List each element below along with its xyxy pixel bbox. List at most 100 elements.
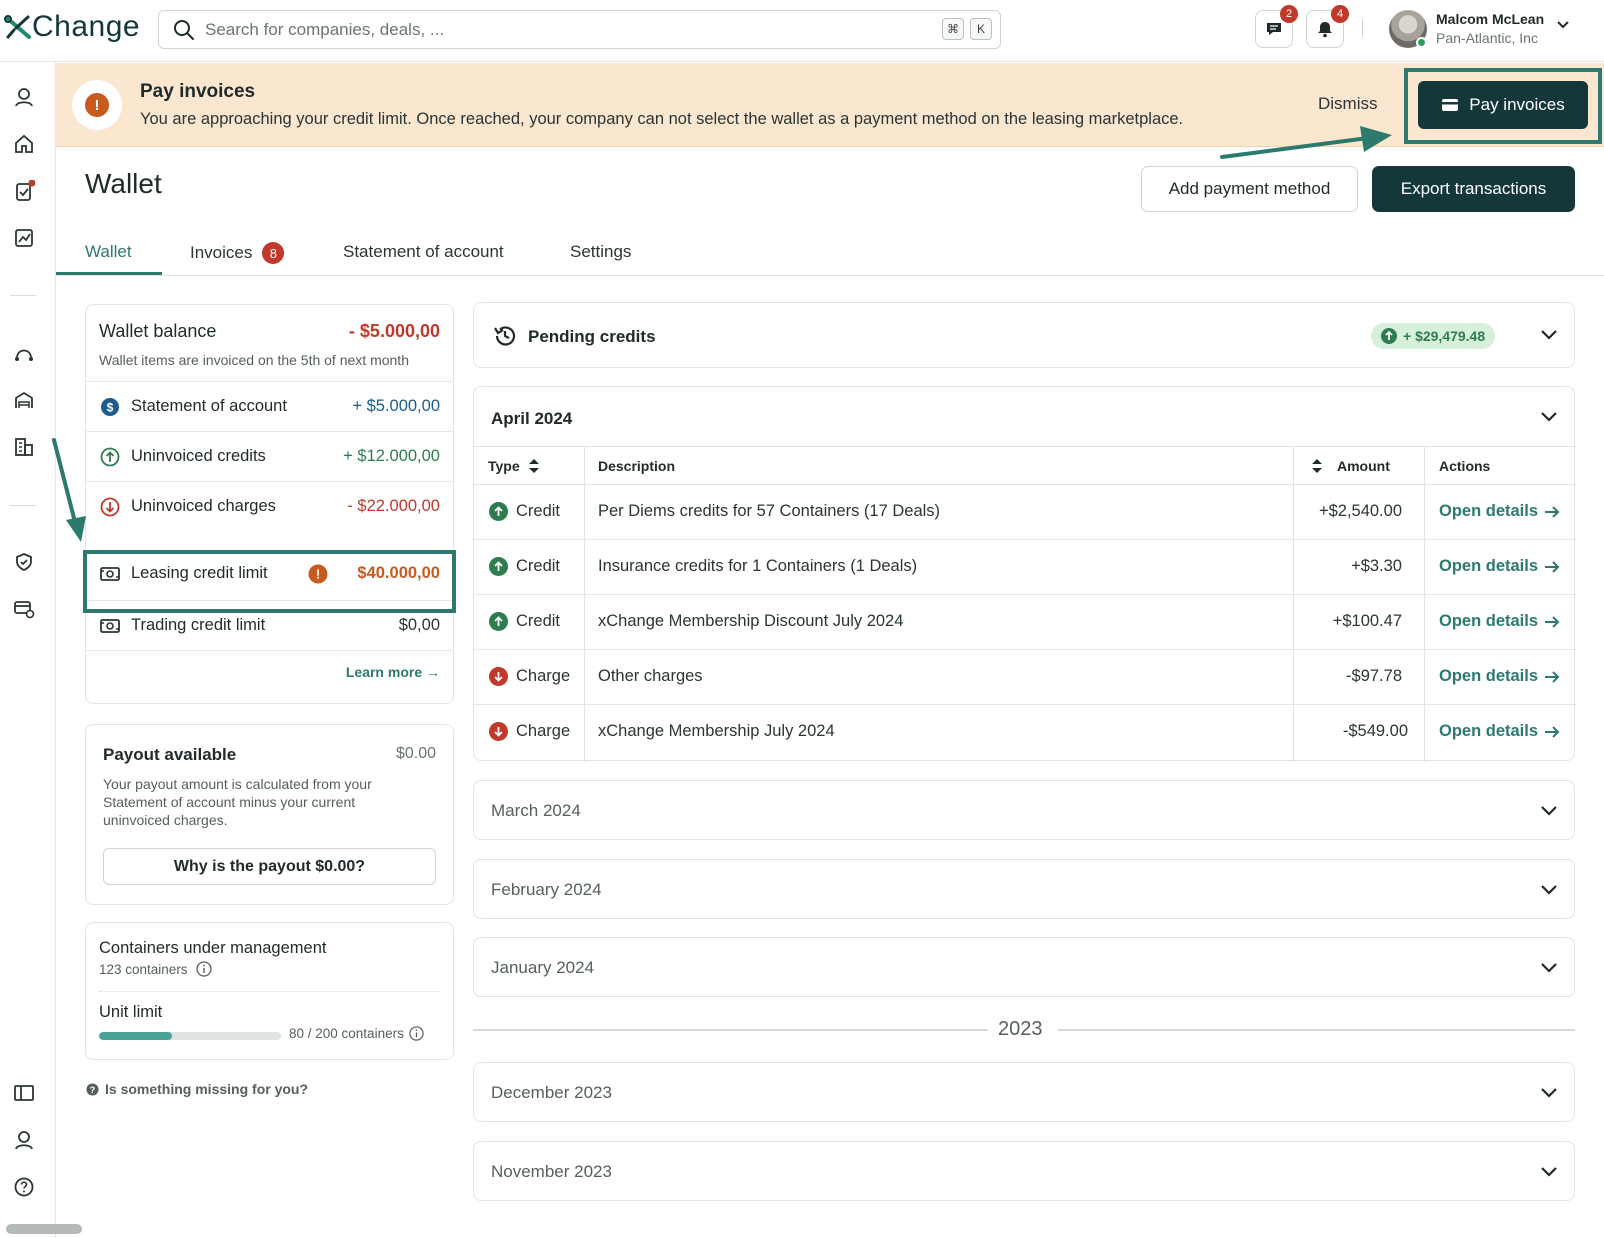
bell-icon (1318, 22, 1332, 38)
month-label: March 2024 (491, 801, 581, 820)
nav-depot-item[interactable] (12, 388, 36, 412)
tab-invoices[interactable]: Invoices 8 (190, 242, 285, 264)
nav-help-item[interactable] (12, 1175, 36, 1199)
user-company: Pan-Atlantic, Inc (1436, 30, 1538, 46)
chevron-down-icon[interactable] (1540, 805, 1558, 817)
wallet-row-uninvoiced-charges: Uninvoiced charges - $22.000,00 (86, 481, 453, 531)
open-details-link[interactable]: Open details (1439, 612, 1560, 631)
chevron-down-icon[interactable] (1540, 1087, 1558, 1099)
unit-limit-text: 80 / 200 containers (289, 1026, 404, 1041)
open-details-link[interactable]: Open details (1439, 667, 1560, 686)
chevron-down-icon[interactable] (1540, 1166, 1558, 1178)
sort-icon (1312, 459, 1322, 473)
type-cell: Credit (489, 557, 560, 576)
wallet-row-label: Statement of account (131, 397, 287, 415)
payout-description: Your payout amount is calculated from yo… (103, 776, 372, 828)
user-name[interactable]: Malcom McLean (1436, 11, 1544, 27)
dismiss-button[interactable]: Dismiss (1318, 94, 1378, 114)
info-icon[interactable] (409, 1026, 424, 1041)
month-section-december-2023[interactable]: December 2023 (473, 1062, 1575, 1122)
messages-button[interactable]: 2 (1255, 5, 1298, 48)
nav-tasks-item[interactable] (12, 179, 36, 203)
notifications-count-badge: 4 (1331, 5, 1349, 23)
cash-icon (100, 619, 120, 633)
nav-account-item[interactable] (12, 1128, 36, 1152)
type-cell: Credit (489, 502, 560, 521)
nav-routes-item[interactable] (12, 340, 36, 364)
chevron-down-icon[interactable] (1540, 329, 1558, 341)
chevron-down-icon[interactable] (1556, 20, 1570, 30)
nav-billing-item[interactable] (12, 597, 36, 621)
feedback-link[interactable]: ? Is something missing for you? (86, 1081, 308, 1097)
pay-invoices-button[interactable]: Pay invoices (1418, 81, 1588, 129)
credit-card-icon (1442, 99, 1459, 111)
table-row: Credit Insurance credits for 1 Container… (474, 540, 1576, 595)
wallet-balance-value: - $5.000,00 (348, 321, 440, 341)
divider (86, 650, 453, 651)
why-payout-button[interactable]: Why is the payout $0.00? (103, 848, 436, 885)
open-details-link[interactable]: Open details (1439, 502, 1560, 521)
user-avatar[interactable] (1389, 10, 1427, 48)
chevron-down-icon[interactable] (1540, 962, 1558, 974)
table-row: Credit xChange Membership Discount July … (474, 595, 1576, 650)
nav-company-item[interactable] (12, 435, 36, 459)
nav-analytics-item[interactable] (12, 226, 36, 250)
open-details-label: Open details (1439, 502, 1539, 520)
wallet-balance-title: Wallet balance (99, 321, 217, 341)
month-section-january-2024[interactable]: January 2024 (473, 937, 1575, 997)
wallet-tabs: Wallet Invoices 8 Statement of account Se… (56, 230, 1604, 276)
nav-profile-item[interactable] (12, 85, 36, 109)
nav-home-item[interactable] (12, 132, 36, 156)
amount-cell: +$3.30 (1351, 557, 1402, 575)
left-navigation-rail (0, 62, 82, 1238)
search-input[interactable] (205, 19, 905, 40)
type-column-header[interactable]: Type (488, 458, 540, 474)
export-transactions-button[interactable]: Export transactions (1372, 166, 1575, 212)
amount-cell: +$2,540.00 (1318, 502, 1402, 520)
open-details-link[interactable]: Open details (1439, 722, 1560, 741)
learn-more-link[interactable]: Learn more → (346, 664, 440, 680)
info-icon[interactable] (195, 961, 212, 977)
wallet-row-label: Uninvoiced credits (131, 447, 266, 465)
notifications-button[interactable]: 4 (1306, 5, 1349, 48)
month-section-march-2024[interactable]: March 2024 (473, 780, 1575, 840)
tab-statement-of-account[interactable]: Statement of account (343, 242, 504, 262)
app-logo[interactable]: Change (4, 10, 140, 44)
global-search[interactable]: ⌘ K (158, 10, 1001, 49)
tab-wallet[interactable]: Wallet (85, 242, 132, 262)
nav-insurance-item[interactable] (12, 550, 36, 574)
month-label: February 2024 (491, 880, 602, 899)
wallet-balance-subtitle: Wallet items are invoiced on the 5th of … (99, 352, 409, 368)
pending-credits-panel[interactable]: Pending credits + $29,479.48 (473, 302, 1575, 368)
horizontal-scrollbar[interactable] (6, 1224, 82, 1234)
wallet-row-value: $0,00 (398, 616, 440, 634)
messages-count-badge: 2 (1280, 5, 1298, 23)
tab-settings[interactable]: Settings (570, 242, 631, 262)
arrow-right-icon (1545, 725, 1560, 738)
chevron-down-icon[interactable] (1540, 884, 1558, 896)
pay-invoices-banner: ! Pay invoices You are approaching your … (56, 63, 1604, 147)
tab-invoices-label: Invoices (190, 243, 253, 262)
payout-value: $0.00 (395, 745, 436, 762)
amount-column-header[interactable]: Amount (1311, 458, 1390, 474)
open-details-label: Open details (1439, 557, 1539, 575)
month-section-november-2023[interactable]: November 2023 (473, 1141, 1575, 1201)
open-details-link[interactable]: Open details (1439, 557, 1560, 576)
highlight-leasing-credit-limit (83, 550, 456, 613)
chevron-down-icon[interactable] (1540, 411, 1558, 423)
wallet-row-uninvoiced-credits: Uninvoiced credits + $12.000,00 (86, 431, 453, 481)
add-payment-method-button[interactable]: Add payment method (1141, 166, 1358, 212)
building-icon (15, 438, 33, 456)
online-status-dot (1416, 37, 1427, 48)
chart-icon (15, 229, 33, 247)
wallet-row-value: - $22.000,00 (347, 497, 440, 515)
banner-text: You are approaching your credit limit. O… (140, 110, 1184, 128)
containers-card: Containers under management 123 containe… (85, 922, 454, 1060)
containers-count-row: 123 containers (99, 961, 212, 977)
open-details-label: Open details (1439, 612, 1539, 630)
type-label: Credit (516, 557, 561, 575)
nav-collapse-item[interactable] (12, 1081, 36, 1105)
amount-cell: -$549.00 (1342, 722, 1408, 740)
month-section-february-2024[interactable]: February 2024 (473, 859, 1575, 919)
month-label[interactable]: April 2024 (491, 409, 572, 429)
